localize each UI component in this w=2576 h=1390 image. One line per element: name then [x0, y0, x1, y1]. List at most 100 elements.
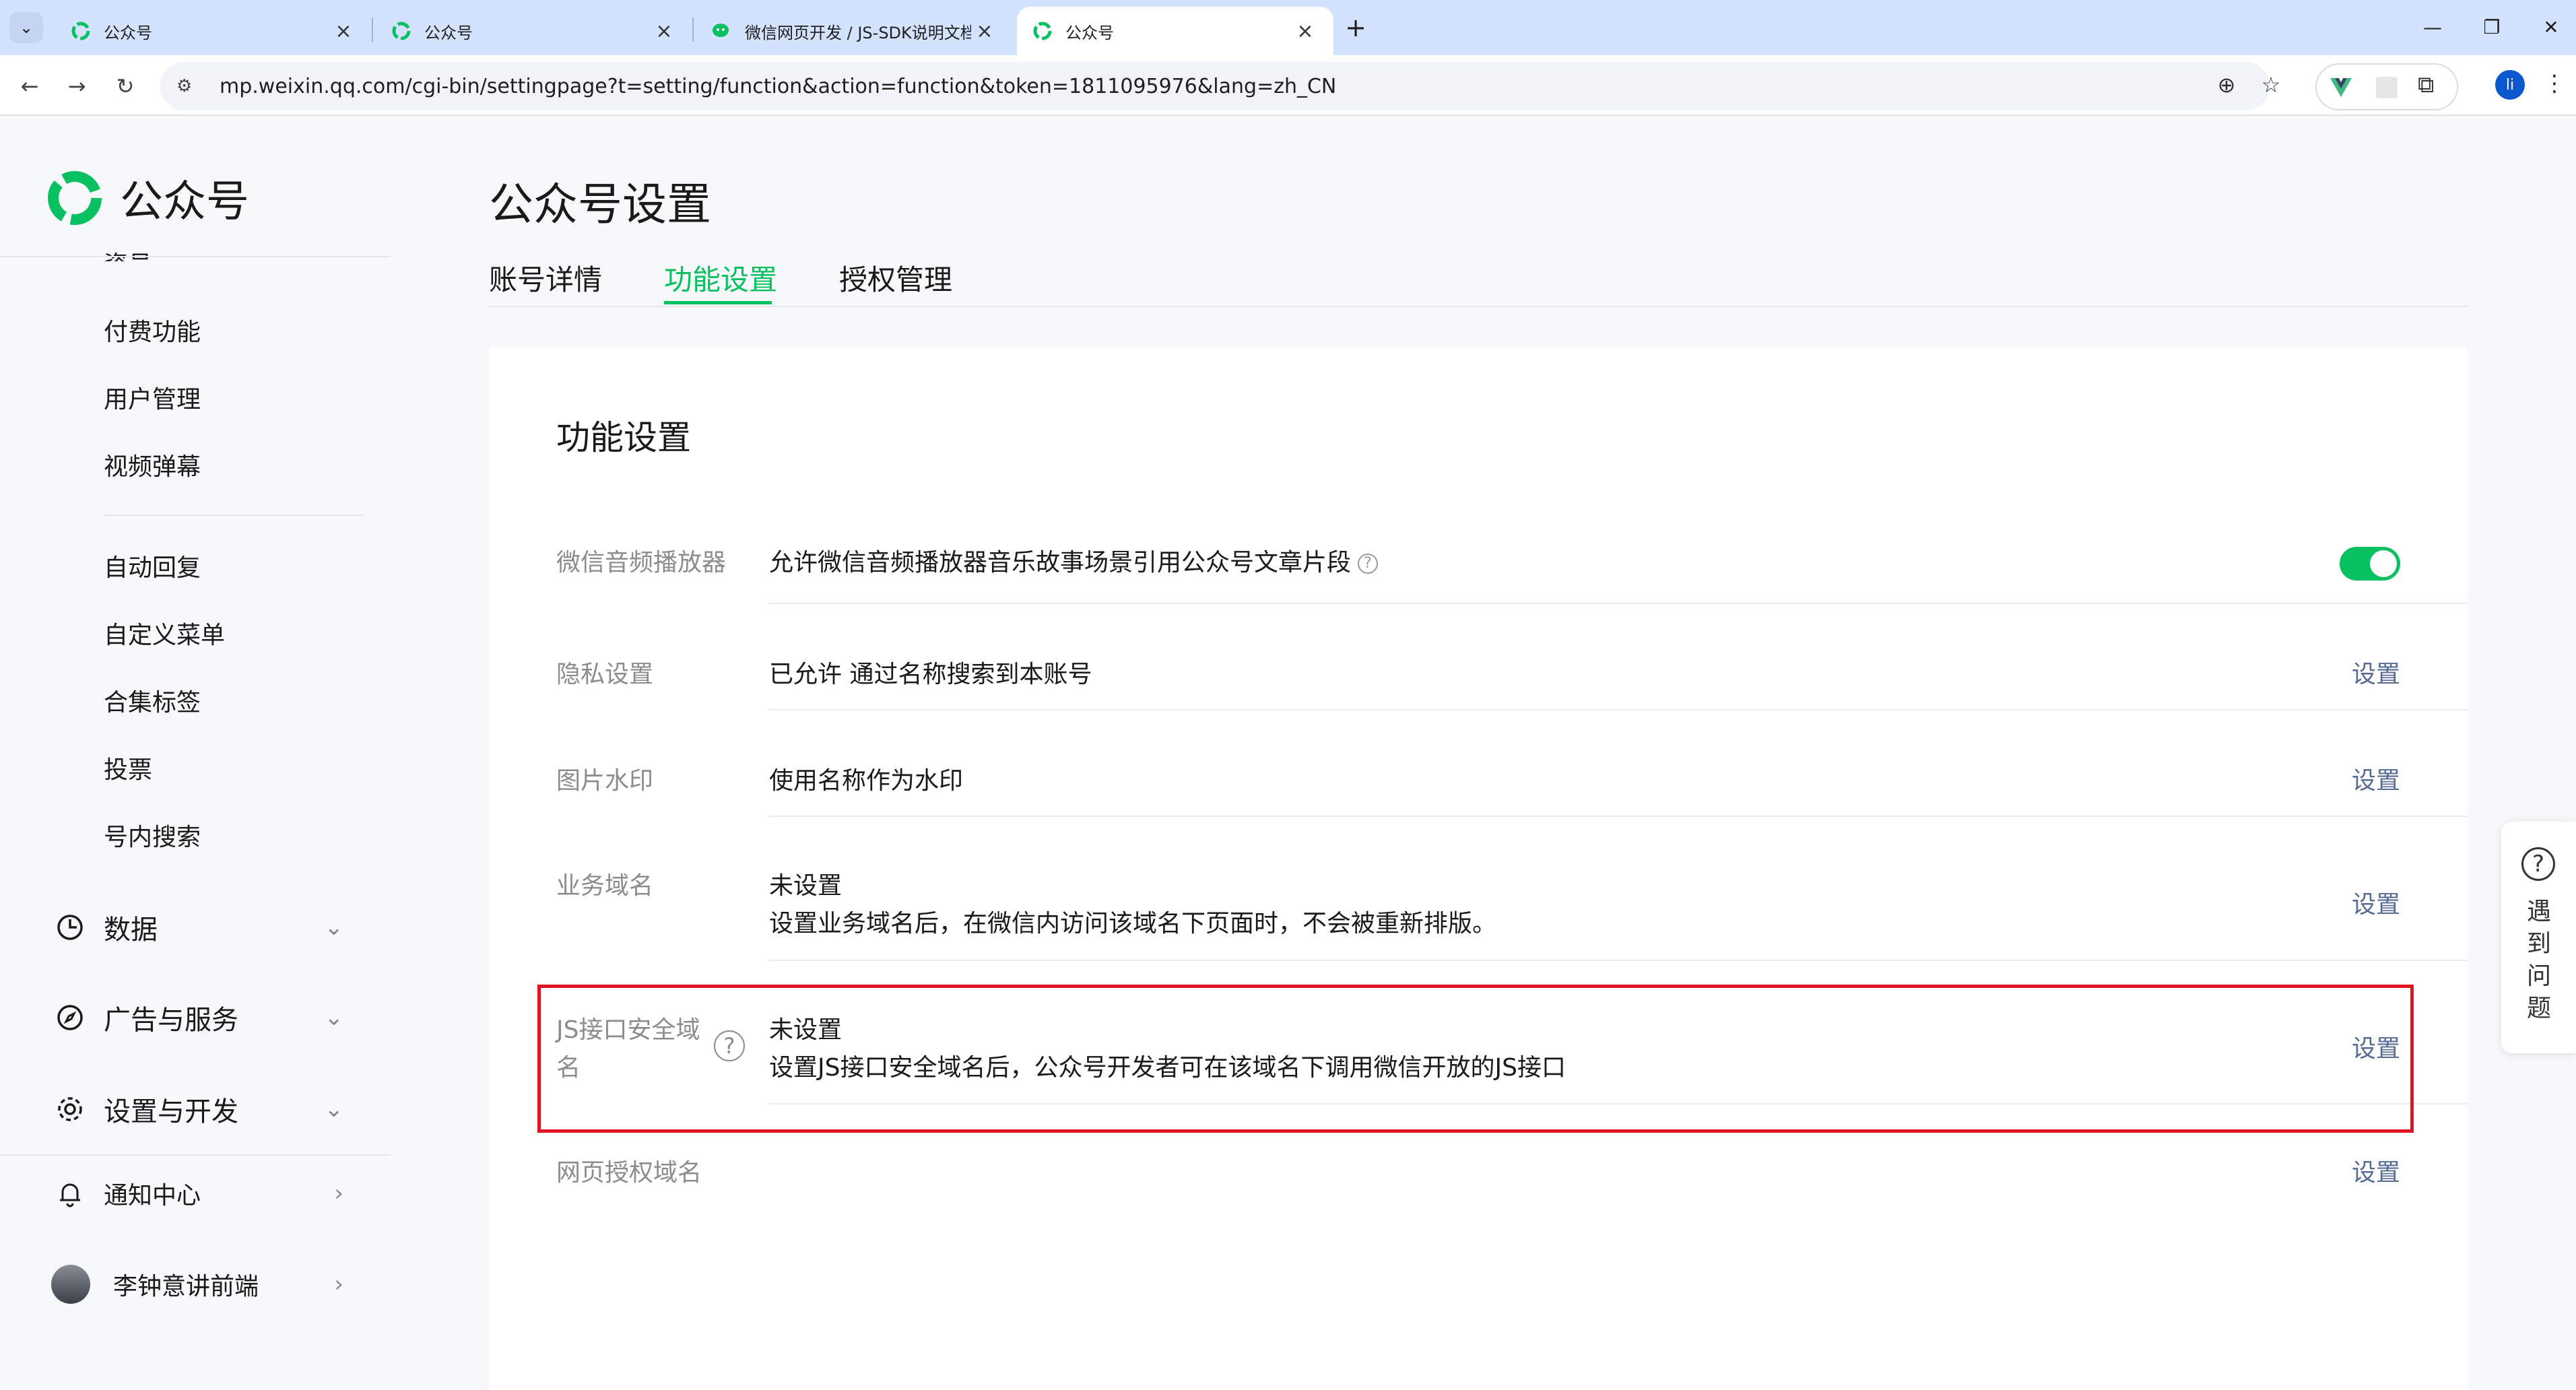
notification-label: 通知中心	[104, 1182, 201, 1210]
extensions-group: ⧉	[2315, 63, 2458, 110]
card-title: 功能设置	[556, 418, 691, 457]
sidebar-item-auto-reply[interactable]: 自动回复	[104, 548, 201, 583]
sidebar-item-collection-tags[interactable]: 合集标签	[104, 683, 201, 718]
minimize-button[interactable]: —	[2406, 8, 2459, 46]
sidebar: 公众号 资员 付费功能 用户管理 视频弹幕 自动回复 自定义菜单 合集标签 投票…	[0, 116, 394, 1390]
tab-account-details[interactable]: 账号详情	[489, 257, 602, 298]
settings-row-audio-player: 微信音频播放器 允许微信音频播放器音乐故事场景引用公众号文章片段?	[556, 544, 2400, 585]
category-label: 设置与开发	[104, 1096, 238, 1127]
zoom-icon[interactable]: ⊕	[2208, 66, 2245, 104]
sidebar-item-video-danmaku[interactable]: 视频弹幕	[104, 447, 201, 482]
help-text: 遇到问题	[2527, 898, 2552, 1022]
avatar	[51, 1265, 90, 1304]
reload-button[interactable]: ↻	[108, 69, 143, 104]
row-content: 已允许 通过名称搜索到本账号	[769, 661, 1092, 688]
browser-tab-2[interactable]: 公众号 ×	[376, 7, 692, 55]
settings-row-privacy: 隐私设置 已允许 通过名称搜索到本账号 设置	[556, 656, 2400, 696]
help-floating-button[interactable]: ? 遇到问题	[2501, 822, 2576, 1053]
row-content: 未设置	[769, 872, 843, 900]
sidebar-item-vote[interactable]: 投票	[104, 750, 152, 785]
web-auth-domain-settings-link[interactable]: 设置	[2352, 1154, 2400, 1192]
browser-tab-1[interactable]: 公众号 ×	[55, 7, 372, 55]
sidebar-category-settings-dev[interactable]: 设置与开发 ⌄	[54, 1090, 343, 1129]
close-icon[interactable]: ×	[971, 20, 998, 43]
weixin-mp-favicon-icon	[392, 22, 411, 40]
help-question-icon[interactable]: ?	[1358, 554, 1379, 574]
tabs-divider	[489, 306, 2468, 307]
weixin-mp-logo-icon	[48, 171, 102, 225]
sidebar-divider	[0, 1154, 391, 1156]
sidebar-category-data[interactable]: 数据 ⌄	[54, 908, 343, 947]
row-label: 隐私设置	[556, 661, 654, 688]
browser-toolbar: ← → ↻ ⚙ mp.weixin.qq.com/cgi-bin/setting…	[0, 55, 2576, 116]
extension-placeholder-icon[interactable]	[2376, 77, 2398, 98]
row-label: 业务域名	[556, 872, 654, 900]
sidebar-item-user-management[interactable]: 用户管理	[104, 380, 201, 415]
site-info-icon[interactable]: ⚙	[176, 76, 206, 96]
red-highlight-box	[537, 985, 2414, 1133]
close-icon[interactable]: ×	[330, 20, 357, 43]
new-tab-button[interactable]: +	[1339, 11, 1373, 44]
forward-button[interactable]: →	[59, 69, 94, 104]
compass-icon	[57, 1005, 83, 1030]
page-title: 公众号设置	[489, 178, 711, 230]
row-content-text: 允许微信音频播放器音乐故事场景引用公众号文章片段	[769, 549, 1352, 576]
mp-logo[interactable]: 公众号	[44, 167, 249, 229]
sidebar-item-custom-menu[interactable]: 自定义菜单	[104, 616, 225, 651]
row-label: 微信音频播放器	[556, 549, 727, 576]
business-domain-settings-link[interactable]: 设置	[2352, 886, 2400, 924]
tab-function-settings[interactable]: 功能设置	[664, 257, 777, 298]
wechat-favicon-icon	[713, 24, 729, 37]
clock-icon	[57, 915, 83, 940]
close-icon[interactable]: ×	[1292, 20, 1319, 43]
privacy-settings-link[interactable]: 设置	[2352, 656, 2400, 694]
bookmark-star-icon[interactable]: ☆	[2252, 66, 2290, 104]
gear-icon	[58, 1097, 82, 1121]
sidebar-item-cut[interactable]: 资员	[104, 245, 152, 261]
tab-authorization-management[interactable]: 授权管理	[839, 257, 952, 298]
sidebar-item-in-account-search[interactable]: 号内搜索	[104, 818, 201, 853]
browser-tab-title: 公众号	[424, 23, 473, 42]
user-name: 李钟意讲前端	[113, 1273, 259, 1300]
profile-avatar[interactable]: li	[2495, 70, 2525, 100]
row-content: 使用名称作为水印	[769, 767, 964, 795]
address-bar[interactable]: ⚙ mp.weixin.qq.com/cgi-bin/settingpage?t…	[160, 62, 2270, 110]
chevron-down-icon: ⌄	[324, 914, 344, 941]
puzzle-extensions-icon[interactable]: ⧉	[2418, 71, 2434, 98]
browser-tab-3[interactable]: 微信网页开发 / JS-SDK说明文档 ×	[696, 7, 1013, 55]
bell-icon	[60, 1183, 80, 1207]
close-icon[interactable]: ×	[651, 20, 678, 43]
settings-card: 功能设置 微信音频播放器 允许微信音频播放器音乐故事场景引用公众号文章片段? 隐…	[489, 348, 2468, 1390]
restore-button[interactable]: ❐	[2465, 8, 2519, 46]
page-content: 公众号 资员 付费功能 用户管理 视频弹幕 自动回复 自定义菜单 合集标签 投票…	[0, 116, 2576, 1390]
logo-divider	[0, 256, 391, 257]
sidebar-item-paid-features[interactable]: 付费功能	[104, 312, 201, 348]
active-tab-underline	[664, 301, 772, 304]
settings-row-web-auth-domain: 网页授权域名 设置	[556, 1154, 2400, 1195]
sidebar-item-notification-center[interactable]: 通知中心 ›	[54, 1176, 343, 1211]
weixin-mp-favicon-icon	[1033, 22, 1052, 40]
settings-row-business-domain: 业务域名 未设置 设置业务域名后，在微信内访问该域名下页面时，不会被重新排版。 …	[556, 867, 2400, 948]
back-button[interactable]: ←	[12, 69, 47, 104]
window-close-button[interactable]: ✕	[2524, 8, 2576, 46]
chevron-down-icon: ⌄	[324, 1096, 344, 1123]
browser-tab-title: 公众号	[1065, 23, 1114, 42]
row-label: 图片水印	[556, 767, 654, 795]
url-text[interactable]: mp.weixin.qq.com/cgi-bin/settingpage?t=s…	[220, 75, 1336, 98]
category-label: 数据	[104, 915, 158, 946]
tab-search-dropdown[interactable]: ⌄	[9, 12, 43, 43]
chevron-right-icon: ›	[334, 1271, 343, 1298]
row-divider	[769, 603, 2468, 604]
browser-tab-strip: ⌄ 公众号 × 公众号 × 微信网页开发 / JS-SDK说明文档 × 公众号 …	[0, 0, 2576, 55]
tab-separator	[692, 18, 694, 42]
watermark-settings-link[interactable]: 设置	[2352, 762, 2400, 800]
tab-separator	[372, 18, 373, 42]
sidebar-category-ads-services[interactable]: 广告与服务 ⌄	[54, 998, 343, 1037]
browser-tab-4-active[interactable]: 公众号 ×	[1017, 7, 1333, 55]
audio-player-toggle[interactable]	[2340, 547, 2400, 581]
toggle-knob	[2370, 550, 2397, 577]
more-menu-icon[interactable]: ⋮	[2543, 70, 2566, 97]
vue-devtools-icon[interactable]	[2329, 75, 2353, 100]
sidebar-user-account[interactable]: 李钟意讲前端 ›	[51, 1265, 343, 1304]
chevron-right-icon: ›	[334, 1180, 343, 1207]
